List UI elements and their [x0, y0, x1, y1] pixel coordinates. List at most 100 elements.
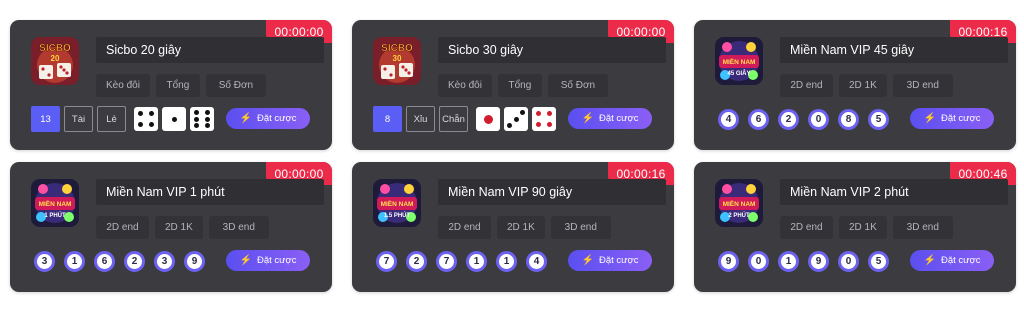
result-ball: 2 — [778, 108, 799, 130]
result-ball: 7 — [436, 250, 457, 272]
bet-button-label: Đặt cược — [940, 255, 981, 266]
lightning-icon: ⚡ — [239, 113, 252, 124]
mien-nam-vip-icon[interactable]: MIỀN NAM 45 GIÂY — [715, 37, 763, 85]
sicbo-game-icon[interactable]: SICBO 30 — [373, 37, 421, 85]
game-card-mien-nam-vip-45s[interactable]: 00:00:16 MIỀN NAM 45 GIÂY Miền Nam VIP 4… — [694, 20, 1016, 150]
svg-text:20: 20 — [51, 54, 60, 63]
result-ball: 1 — [778, 250, 799, 272]
tab-3d-end[interactable]: 3D end — [892, 216, 953, 239]
bet-button-label: Đặt cược — [940, 113, 981, 124]
game-title: Sicbo 30 giây — [438, 37, 666, 63]
bet-button[interactable]: ⚡ Đặt cược — [568, 250, 652, 271]
bet-button[interactable]: ⚡ Đặt cược — [226, 108, 310, 129]
tab-3d-end[interactable]: 3D end — [550, 216, 611, 239]
die-1 — [476, 107, 500, 131]
mien-nam-vip-icon[interactable]: MIỀN NAM 1 PHÚT — [31, 179, 79, 227]
bet-button[interactable]: ⚡ Đặt cược — [568, 108, 652, 129]
result-ball: 3 — [34, 250, 55, 272]
svg-text:1.5 PHÚT: 1.5 PHÚT — [384, 212, 411, 219]
die-3 — [504, 107, 528, 131]
result-row: 8 Xỉu Chẵn — [373, 106, 556, 132]
result-ball: 7 — [376, 250, 397, 272]
result-ball: 9 — [718, 250, 739, 272]
parity-result: Lẻ — [97, 106, 126, 132]
die-4 — [134, 107, 158, 131]
tab-keo-doi[interactable]: Kèo đôi — [438, 74, 492, 97]
result-ball: 1 — [466, 250, 487, 272]
size-result: Tài — [64, 106, 93, 132]
tab-2d-1k[interactable]: 2D 1K — [839, 216, 887, 239]
result-balls: 3 1 6 2 3 9 — [34, 248, 214, 274]
result-ball: 5 — [868, 108, 889, 130]
result-row: 13 Tài Lẻ — [31, 106, 214, 132]
tab-2d-end[interactable]: 2D end — [780, 216, 833, 239]
result-ball: 0 — [748, 250, 769, 272]
result-ball: 8 — [838, 108, 859, 130]
result-ball: 1 — [64, 250, 85, 272]
tab-2d-end[interactable]: 2D end — [96, 216, 149, 239]
mien-nam-vip-icon[interactable]: MIỀN NAM 1.5 PHÚT — [373, 179, 421, 227]
result-balls: 7 2 7 1 1 4 — [376, 248, 556, 274]
result-ball: 1 — [496, 250, 517, 272]
lightning-icon: ⚡ — [239, 255, 252, 266]
result-ball: 2 — [124, 250, 145, 272]
result-ball: 4 — [526, 250, 547, 272]
tab-so-don[interactable]: Số Đơn — [205, 74, 266, 97]
die-4 — [532, 107, 556, 131]
bet-button-label: Đặt cược — [256, 255, 297, 266]
bet-button-label: Đặt cược — [598, 255, 639, 266]
result-ball: 9 — [184, 250, 205, 272]
tab-tong[interactable]: Tổng — [497, 74, 542, 97]
bet-button[interactable]: ⚡ Đặt cược — [910, 250, 994, 271]
bet-button-label: Đặt cược — [598, 113, 639, 124]
result-ball: 0 — [808, 108, 829, 130]
svg-text:SICBO: SICBO — [381, 43, 413, 54]
svg-text:1 PHÚT: 1 PHÚT — [44, 212, 66, 219]
tab-2d-1k[interactable]: 2D 1K — [155, 216, 203, 239]
total-value: 13 — [31, 106, 60, 132]
game-card-mien-nam-vip-2m[interactable]: 00:00:46 MIỀN NAM 2 PHÚT Miền Nam VIP 2 … — [694, 162, 1016, 292]
result-ball: 3 — [154, 250, 175, 272]
bet-type-tabs: 2D end 2D 1K 3D end — [780, 74, 953, 97]
game-card-sicbo-30[interactable]: 00:00:00 SICBO 30 Sicbo 30 giây Kèo đôi … — [352, 20, 674, 150]
result-ball: 5 — [868, 250, 889, 272]
tab-2d-end[interactable]: 2D end — [780, 74, 833, 97]
tab-3d-end[interactable]: 3D end — [208, 216, 269, 239]
parity-result: Chẵn — [439, 106, 468, 132]
lightning-icon: ⚡ — [581, 113, 594, 124]
svg-text:30: 30 — [393, 54, 402, 63]
tab-tong[interactable]: Tổng — [155, 74, 200, 97]
mien-nam-vip-icon[interactable]: MIỀN NAM 2 PHÚT — [715, 179, 763, 227]
game-title: Miền Nam VIP 90 giây — [438, 179, 666, 205]
result-ball: 2 — [406, 250, 427, 272]
bet-button-label: Đặt cược — [256, 113, 297, 124]
game-card-sicbo-20[interactable]: 00:00:00 SICBO 20 Sicbo 20 giây Kèo đôi … — [10, 20, 332, 150]
svg-text:2 PHÚT: 2 PHÚT — [728, 212, 750, 219]
result-balls: 4 6 2 0 8 5 — [718, 106, 898, 132]
result-ball: 6 — [748, 108, 769, 130]
tab-so-don[interactable]: Số Đơn — [547, 74, 608, 97]
tab-2d-end[interactable]: 2D end — [438, 216, 491, 239]
tab-keo-doi[interactable]: Kèo đôi — [96, 74, 150, 97]
die-6 — [190, 107, 214, 131]
game-card-mien-nam-vip-90s[interactable]: 00:00:16 MIỀN NAM 1.5 PHÚT Miền Nam VIP … — [352, 162, 674, 292]
game-title: Miền Nam VIP 1 phút — [96, 179, 324, 205]
game-card-mien-nam-vip-1m[interactable]: 00:00:00 MIỀN NAM 1 PHÚT Miền Nam VIP 1 … — [10, 162, 332, 292]
sicbo-game-icon[interactable]: SICBO 20 — [31, 37, 79, 85]
bet-type-tabs: Kèo đôi Tổng Số Đơn — [438, 74, 608, 97]
bet-type-tabs: 2D end 2D 1K 3D end — [780, 216, 953, 239]
svg-text:45 GIÂY: 45 GIÂY — [727, 70, 750, 77]
total-value: 8 — [373, 106, 402, 132]
result-ball: 4 — [718, 108, 739, 130]
lightning-icon: ⚡ — [923, 113, 936, 124]
game-title: Miền Nam VIP 2 phút — [780, 179, 1008, 205]
svg-text:SICBO: SICBO — [39, 43, 71, 54]
tab-3d-end[interactable]: 3D end — [892, 74, 953, 97]
tab-2d-1k[interactable]: 2D 1K — [839, 74, 887, 97]
bet-type-tabs: 2D end 2D 1K 3D end — [438, 216, 611, 239]
tab-2d-1k[interactable]: 2D 1K — [497, 216, 545, 239]
bet-button[interactable]: ⚡ Đặt cược — [226, 250, 310, 271]
lightning-icon: ⚡ — [923, 255, 936, 266]
result-ball: 0 — [838, 250, 859, 272]
bet-button[interactable]: ⚡ Đặt cược — [910, 108, 994, 129]
